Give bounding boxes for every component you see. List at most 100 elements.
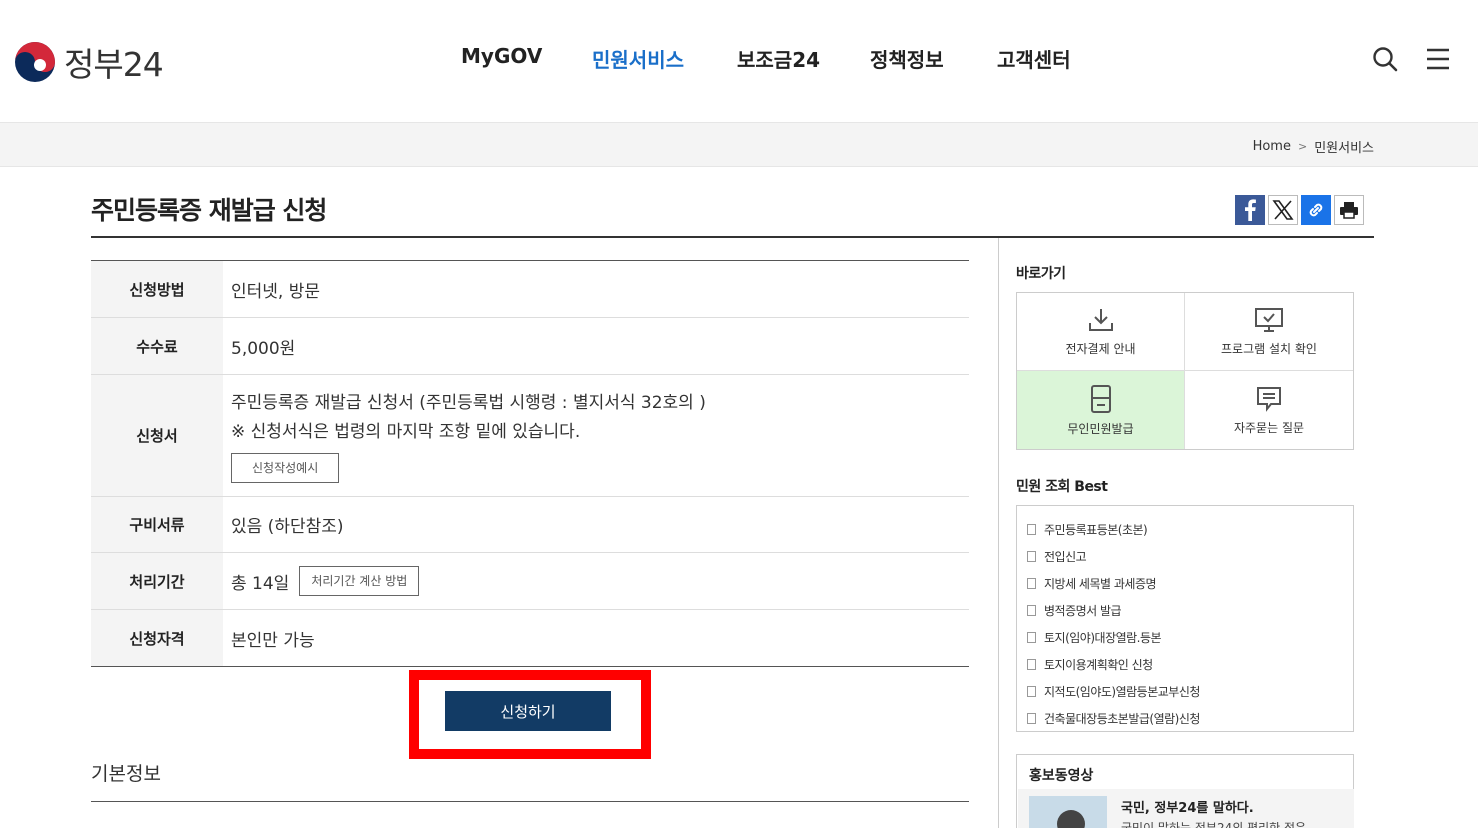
quick-link-e-payment[interactable]: 전자결제 안내 (1017, 293, 1185, 371)
page-title: 주민등록증 재발급 신청 (91, 196, 327, 225)
table-row: 수수료 5,000원 (91, 318, 969, 375)
document-icon (1027, 578, 1036, 589)
chat-bubble-icon (1257, 386, 1281, 412)
form-example-button[interactable]: 신청작성예시 (231, 452, 340, 483)
link-icon (1309, 203, 1323, 217)
list-item-label: 토지이용계획확인 신청 (1044, 658, 1153, 672)
breadcrumb-current[interactable]: 민원서비스 (1314, 137, 1374, 156)
quick-link-faq[interactable]: 자주묻는 질문 (1185, 371, 1353, 449)
list-item-label: 주민등록표등본(초본) (1044, 523, 1148, 537)
table-row: 신청방법 인터넷, 방문 (91, 261, 969, 318)
promo-headline: 국민, 정부24를 말하다. (1121, 801, 1254, 816)
promo-video-title: 홍보동영상 (1029, 768, 1094, 784)
quick-link-label: 프로그램 설치 확인 (1221, 342, 1317, 356)
form-note-text: ※ 신청서식은 법령의 마지막 조항 밑에 있습니다. (231, 421, 581, 442)
service-info-table: 신청방법 인터넷, 방문 수수료 5,000원 신청서 주민등록증 재발급 신청… (91, 260, 969, 667)
quick-link-unmanned-kiosk[interactable]: 무인민원발급 (1017, 371, 1185, 449)
share-buttons (1235, 195, 1364, 225)
printer-icon (1340, 202, 1358, 219)
play-icon (1057, 810, 1085, 828)
list-item[interactable]: 토지이용계획확인 신청 (1027, 651, 1343, 678)
list-item[interactable]: 지방세 세목별 과세증명 (1027, 570, 1343, 597)
download-icon (1088, 309, 1113, 331)
nav-policy-info[interactable]: 정책정보 (870, 44, 944, 73)
best-services-title: 민원 조회 Best (1016, 479, 1108, 495)
apply-button[interactable]: 신청하기 (445, 691, 611, 731)
period-calc-button[interactable]: 처리기간 계산 방법 (299, 566, 420, 596)
list-item[interactable]: 주민등록표등본(초본) (1027, 516, 1343, 543)
list-item-label: 전입신고 (1044, 550, 1087, 564)
breadcrumb-home[interactable]: Home (1253, 139, 1291, 154)
row-header: 구비서류 (91, 497, 223, 552)
table-row: 처리기간 총 14일 처리기간 계산 방법 (91, 553, 969, 610)
title-divider (91, 236, 1374, 238)
column-divider (998, 238, 999, 828)
document-icon (1027, 686, 1036, 697)
video-thumbnail[interactable] (1029, 796, 1107, 828)
quick-link-label: 무인민원발급 (1067, 421, 1134, 436)
row-header: 수수료 (91, 318, 223, 374)
list-item[interactable]: 병적증명서 발급 (1027, 597, 1343, 624)
copy-link-button[interactable] (1301, 195, 1331, 225)
document-icon (1027, 605, 1036, 616)
form-name-text: 주민등록증 재발급 신청서 (주민등록법 시행령 : 별지서식 32호의 ) (231, 392, 706, 413)
list-item-label: 건축물대장등초본발급(열람)신청 (1044, 712, 1200, 726)
quick-link-label: 전자결제 안내 (1065, 342, 1136, 356)
facebook-icon (1245, 199, 1256, 221)
promo-video-box: 홍보동영상 국민, 정부24를 말하다. 국민이 말하는 정부24의 편리한 점… (1016, 754, 1354, 828)
chevron-right-icon: > (1297, 140, 1308, 153)
row-header: 신청서 (91, 375, 223, 496)
document-icon (1027, 524, 1036, 535)
promo-subtext: 국민이 말하는 정부24의 편리한 점은 (1121, 821, 1307, 828)
row-value: 있음 (하단참조) (231, 517, 344, 537)
list-item[interactable]: 건축물대장등초본발급(열람)신청 (1027, 705, 1343, 732)
row-value: 인터넷, 방문 (231, 281, 321, 302)
table-row: 신청자격 본인만 가능 (91, 610, 969, 667)
row-value: 총 14일 처리기간 계산 방법 (223, 553, 969, 609)
row-value: 본인만 가능 (231, 630, 315, 651)
nav-customer-center[interactable]: 고객센터 (997, 44, 1071, 73)
basic-info-title: 기본정보 (91, 763, 161, 785)
search-icon[interactable] (1372, 46, 1398, 72)
hamburger-menu-icon[interactable] (1426, 47, 1450, 71)
document-icon (1027, 713, 1036, 724)
kiosk-icon (1090, 384, 1111, 413)
quick-links-grid: 전자결제 안내 프로그램 설치 확인 무인민원발급 자주묻는 질문 (1016, 292, 1354, 450)
row-value: 주민등록증 재발급 신청서 (주민등록법 시행령 : 별지서식 32호의 ) ※… (223, 375, 969, 496)
nav-mygov[interactable]: MyGOV (461, 44, 542, 68)
facebook-share-button[interactable] (1235, 195, 1265, 225)
nav-subsidy24[interactable]: 보조금24 (737, 44, 820, 73)
list-item-label: 지적도(임야도)열람등본교부신청 (1044, 685, 1200, 699)
list-item[interactable]: 토지(임야)대장열람.등본 (1027, 624, 1343, 651)
breadcrumb: Home > 민원서비스 (1253, 137, 1374, 156)
period-value: 총 14일 (231, 573, 290, 594)
site-header: 정부24 MyGOV 민원서비스 보조금24 정책정보 고객센터 (0, 0, 1478, 122)
quick-link-label: 자주묻는 질문 (1233, 420, 1305, 435)
list-item[interactable]: 전입신고 (1027, 543, 1343, 570)
list-item[interactable]: 지적도(임야도)열람등본교부신청 (1027, 678, 1343, 705)
x-twitter-icon (1272, 200, 1294, 220)
x-share-button[interactable] (1268, 195, 1298, 225)
main-nav: MyGOV 민원서비스 보조금24 정책정보 고객센터 (0, 44, 1478, 74)
row-header: 신청방법 (91, 261, 223, 317)
breadcrumb-bar: Home > 민원서비스 (0, 122, 1478, 167)
row-header: 처리기간 (91, 553, 223, 609)
best-services-list: 주민등록표등본(초본) 전입신고 지방세 세목별 과세증명 병적증명서 발급 토… (1016, 505, 1354, 732)
quick-links-title: 바로가기 (1016, 266, 1066, 282)
monitor-check-icon (1255, 308, 1283, 332)
table-row: 신청서 주민등록증 재발급 신청서 (주민등록법 시행령 : 별지서식 32호의… (91, 375, 969, 497)
row-value: 5,000원 (231, 338, 296, 359)
row-header: 신청자격 (91, 610, 223, 666)
quick-link-program-check[interactable]: 프로그램 설치 확인 (1185, 293, 1353, 371)
table-row: 구비서류 있음 (하단참조) (91, 497, 969, 553)
document-icon (1027, 551, 1036, 562)
document-icon (1027, 632, 1036, 643)
list-item-label: 토지(임야)대장열람.등본 (1044, 631, 1162, 645)
nav-civil-service[interactable]: 민원서비스 (592, 44, 684, 73)
promo-video-item[interactable]: 국민, 정부24를 말하다. 국민이 말하는 정부24의 편리한 점은 (1018, 789, 1354, 828)
list-item-label: 지방세 세목별 과세증명 (1044, 577, 1157, 591)
basic-info-divider (91, 801, 969, 802)
list-item-label: 병적증명서 발급 (1044, 604, 1122, 618)
document-icon (1027, 659, 1036, 670)
print-button[interactable] (1334, 195, 1364, 225)
